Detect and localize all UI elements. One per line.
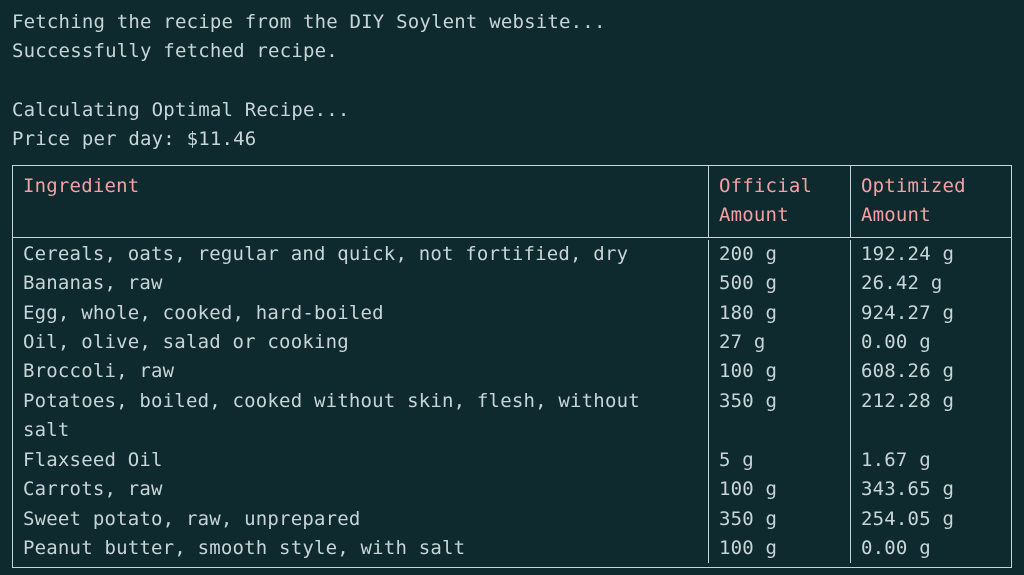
table-row: Bananas, raw500 g26.42 g [13, 269, 1011, 298]
cell-ingredient: Carrots, raw [13, 475, 709, 504]
cell-ingredient: Cereals, oats, regular and quick, not fo… [13, 240, 709, 269]
recipe-table: Ingredient Official Amount Optimized Amo… [12, 165, 1012, 569]
cell-ingredient: Peanut butter, smooth style, with salt [13, 534, 709, 563]
cell-ingredient: Bananas, raw [13, 269, 709, 298]
th-optimized-l2: Amount [861, 201, 999, 230]
cell-official: 27 g [709, 328, 851, 357]
table-row: Carrots, raw100 g343.65 g [13, 475, 1011, 504]
price-label: Price per day: [12, 128, 187, 150]
table-body: Cereals, oats, regular and quick, not fo… [13, 238, 1011, 568]
cell-official: 100 g [709, 357, 851, 386]
cell-optimized: 924.27 g [851, 299, 1009, 328]
cell-official: 180 g [709, 299, 851, 328]
cell-official: 350 g [709, 505, 851, 534]
cell-official: 100 g [709, 475, 851, 504]
log-success: Successfully fetched recipe. [12, 37, 1012, 66]
cell-ingredient: Potatoes, boiled, cooked without skin, f… [13, 387, 709, 446]
cell-official: 350 g [709, 387, 851, 446]
cell-optimized: 192.24 g [851, 240, 1009, 269]
table-row: Sweet potato, raw, unprepared350 g254.05… [13, 505, 1011, 534]
log-calculating: Calculating Optimal Recipe... [12, 96, 1012, 125]
cell-optimized: 343.65 g [851, 475, 1009, 504]
table-row: Broccoli, raw100 g608.26 g [13, 357, 1011, 386]
cell-official: 500 g [709, 269, 851, 298]
cell-ingredient: Sweet potato, raw, unprepared [13, 505, 709, 534]
cell-official: 200 g [709, 240, 851, 269]
log-fetching: Fetching the recipe from the DIY Soylent… [12, 8, 1012, 37]
blank-line [12, 67, 1012, 96]
price-value: $11.46 [187, 128, 257, 150]
cell-optimized: 254.05 g [851, 505, 1009, 534]
cell-ingredient: Flaxseed Oil [13, 446, 709, 475]
log-price: Price per day: $11.46 [12, 125, 1012, 154]
cell-optimized: 0.00 g [851, 328, 1009, 357]
table-row: Peanut butter, smooth style, with salt10… [13, 534, 1011, 563]
table-row: Oil, olive, salad or cooking27 g0.00 g [13, 328, 1011, 357]
cell-official: 100 g [709, 534, 851, 563]
th-official-l2: Amount [719, 201, 840, 230]
table-row: Potatoes, boiled, cooked without skin, f… [13, 387, 1011, 446]
cell-optimized: 0.00 g [851, 534, 1009, 563]
table-row: Cereals, oats, regular and quick, not fo… [13, 240, 1011, 269]
cell-optimized: 26.42 g [851, 269, 1009, 298]
cell-optimized: 608.26 g [851, 357, 1009, 386]
cell-ingredient: Oil, olive, salad or cooking [13, 328, 709, 357]
th-optimized: Optimized Amount [851, 166, 1009, 237]
th-official: Official Amount [709, 166, 851, 237]
cell-official: 5 g [709, 446, 851, 475]
cell-optimized: 1.67 g [851, 446, 1009, 475]
th-ingredient: Ingredient [13, 166, 709, 237]
cell-optimized: 212.28 g [851, 387, 1009, 446]
th-official-l1: Official [719, 172, 840, 201]
table-header-row: Ingredient Official Amount Optimized Amo… [13, 166, 1011, 238]
cell-ingredient: Egg, whole, cooked, hard-boiled [13, 299, 709, 328]
th-optimized-l1: Optimized [861, 172, 999, 201]
table-row: Flaxseed Oil5 g1.67 g [13, 446, 1011, 475]
table-row: Egg, whole, cooked, hard-boiled180 g924.… [13, 299, 1011, 328]
cell-ingredient: Broccoli, raw [13, 357, 709, 386]
th-ingredient-label: Ingredient [23, 172, 698, 201]
